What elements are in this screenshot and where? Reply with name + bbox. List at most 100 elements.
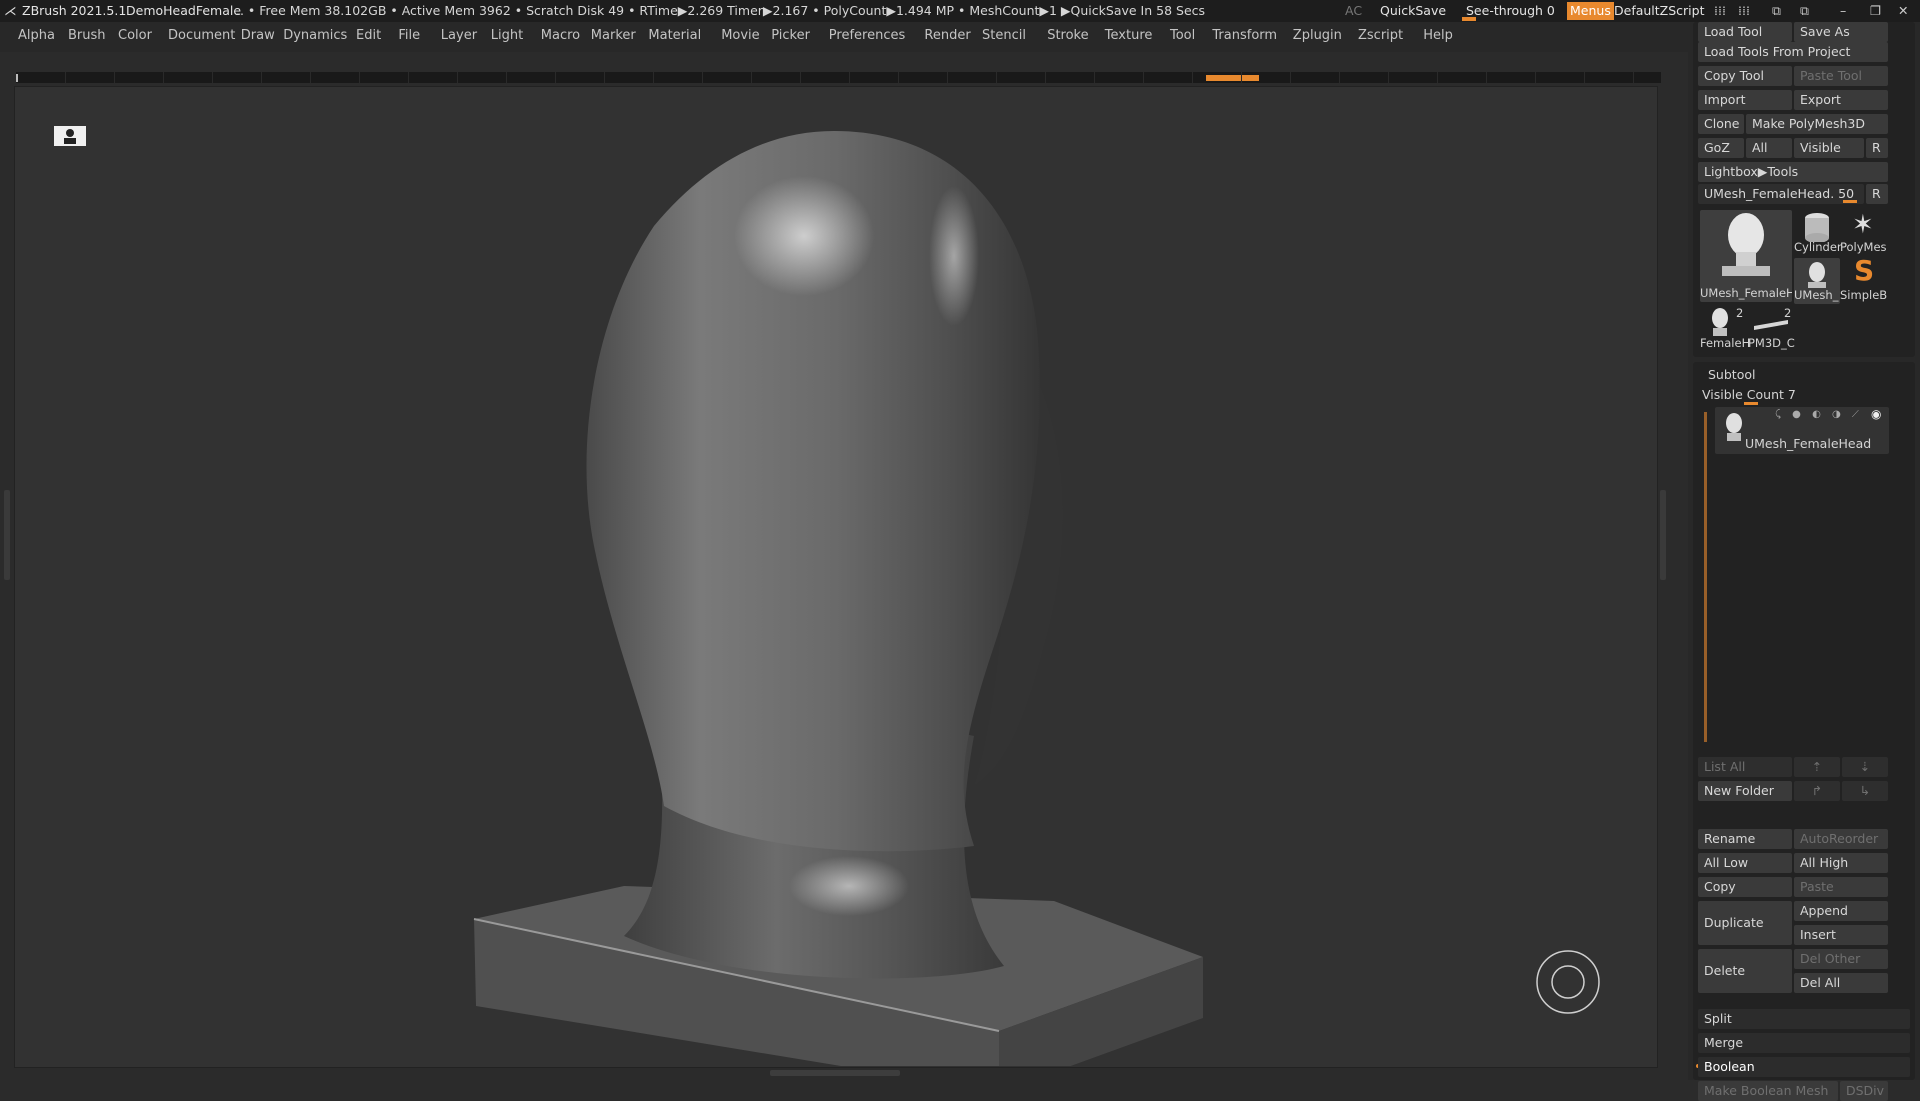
- current-tool-slider[interactable]: UMesh_FemaleHead. 50: [1698, 184, 1864, 204]
- left-tray-handle[interactable]: [4, 490, 10, 580]
- menu-color[interactable]: Color: [118, 22, 152, 50]
- menu-document[interactable]: Document: [168, 22, 235, 50]
- layout-icon[interactable]: ⁞⁞⁞: [1714, 0, 1726, 22]
- import-button[interactable]: Import: [1698, 90, 1792, 110]
- menu-texture[interactable]: Texture: [1105, 22, 1153, 50]
- paste-subtool-button[interactable]: Paste: [1794, 877, 1888, 897]
- paste-tool-button[interactable]: Paste Tool: [1794, 66, 1888, 86]
- visible-count-slider-knob[interactable]: [1744, 402, 1758, 405]
- goz-visible-button[interactable]: Visible: [1794, 138, 1864, 158]
- tool-thumb-female[interactable]: 2 FemaleH: [1700, 306, 1750, 352]
- subtool-title[interactable]: Subtool: [1708, 367, 1755, 382]
- timeline-cursor[interactable]: [1206, 75, 1259, 81]
- menu-material[interactable]: Material: [648, 22, 701, 50]
- all-low-button[interactable]: All Low: [1698, 853, 1792, 873]
- see-through-knob[interactable]: [1462, 17, 1476, 21]
- move-up-arrow-icon[interactable]: ⇡: [1794, 757, 1840, 777]
- menu-marker[interactable]: Marker: [591, 22, 636, 50]
- menu-movie[interactable]: Movie: [721, 22, 759, 50]
- menu-alpha[interactable]: Alpha: [18, 22, 55, 50]
- minimize-icon[interactable]: –: [1840, 0, 1846, 22]
- boolean-menu[interactable]: Boolean: [1698, 1057, 1910, 1077]
- tool-thumb-umesh[interactable]: UMesh_: [1794, 258, 1840, 304]
- menu-layer[interactable]: Layer: [441, 22, 477, 50]
- load-tools-from-project-button[interactable]: Load Tools From Project: [1698, 42, 1888, 62]
- subtool-icons-row[interactable]: ⤹ ● ◐ ◑ ⟋: [1775, 409, 1863, 420]
- duplicate-button[interactable]: Duplicate: [1698, 901, 1792, 945]
- copy-subtool-button[interactable]: Copy: [1698, 877, 1792, 897]
- autoreorder-button[interactable]: AutoReorder: [1794, 829, 1888, 849]
- del-other-button[interactable]: Del Other: [1794, 949, 1888, 969]
- quicksave-button[interactable]: QuickSave: [1380, 0, 1446, 22]
- timeline-strip[interactable]: [16, 72, 1661, 83]
- menu-tool[interactable]: Tool: [1170, 22, 1195, 50]
- goz-r-button[interactable]: R: [1866, 138, 1888, 158]
- menu-stencil[interactable]: Stencil: [982, 22, 1026, 50]
- restore-icon[interactable]: ❐: [1870, 0, 1881, 22]
- bottom-tray-handle[interactable]: [770, 1070, 900, 1076]
- visible-count-label[interactable]: Visible Count 7: [1702, 387, 1796, 402]
- tool-thumb-pm3d[interactable]: 2 PM3D_C: [1748, 306, 1795, 352]
- goz-all-button[interactable]: All: [1746, 138, 1792, 158]
- move-down-arrow-icon[interactable]: ⇣: [1842, 757, 1888, 777]
- make-polymesh3d-button[interactable]: Make PolyMesh3D: [1746, 114, 1888, 134]
- head-model[interactable]: [14, 86, 1656, 1066]
- close-icon[interactable]: ✕: [1898, 0, 1908, 22]
- menu-render[interactable]: Render: [924, 22, 970, 50]
- load-tool-button[interactable]: Load Tool: [1698, 22, 1792, 42]
- gizmo-circle-outer[interactable]: [1536, 950, 1600, 1014]
- clone-button[interactable]: Clone: [1698, 114, 1744, 134]
- tool-thumb-cylinder[interactable]: Cylinder: [1794, 210, 1842, 256]
- tool-thumb-simpleb[interactable]: S SimpleB: [1840, 254, 1888, 304]
- subtool-scrollbar[interactable]: [1704, 412, 1707, 742]
- menu-draw[interactable]: Draw: [241, 22, 275, 50]
- delete-button[interactable]: Delete: [1698, 949, 1792, 993]
- menu-stroke[interactable]: Stroke: [1047, 22, 1088, 50]
- all-high-button[interactable]: All High: [1794, 853, 1888, 873]
- default-zscript-button[interactable]: DefaultZScript: [1614, 0, 1705, 22]
- menu-help[interactable]: Help: [1423, 22, 1453, 50]
- subtool-item[interactable]: ⤹ ● ◐ ◑ ⟋ ◉ UMesh_FemaleHead: [1715, 407, 1889, 454]
- goz-button[interactable]: GoZ: [1698, 138, 1744, 158]
- window-icon[interactable]: ⧉: [1772, 0, 1781, 22]
- save-as-button[interactable]: Save As: [1794, 22, 1888, 42]
- rename-button[interactable]: Rename: [1698, 829, 1792, 849]
- menu-dynamics[interactable]: Dynamics: [283, 22, 347, 50]
- menu-file[interactable]: File: [398, 22, 420, 50]
- del-all-button[interactable]: Del All: [1794, 973, 1888, 993]
- split-menu[interactable]: Split: [1698, 1009, 1910, 1029]
- copy-tool-button[interactable]: Copy Tool: [1698, 66, 1792, 86]
- lightbox-tools-button[interactable]: Lightbox▶Tools: [1698, 162, 1888, 182]
- tool-thumb-main[interactable]: UMesh_FemaleH: [1700, 210, 1792, 302]
- menu-brush[interactable]: Brush: [68, 22, 106, 50]
- menu-macro[interactable]: Macro: [541, 22, 580, 50]
- merge-menu[interactable]: Merge: [1698, 1033, 1910, 1053]
- make-boolean-mesh-button[interactable]: Make Boolean Mesh: [1698, 1081, 1838, 1101]
- right-tray-handle[interactable]: [1660, 490, 1666, 580]
- layout-icon-2[interactable]: ⁞⁞⁞: [1738, 0, 1750, 22]
- ac-label[interactable]: AC: [1345, 0, 1362, 22]
- append-button[interactable]: Append: [1794, 901, 1888, 921]
- current-tool-slider-knob[interactable]: [1843, 200, 1857, 203]
- folder-arrow-icon-2[interactable]: ↳: [1842, 781, 1888, 801]
- subtool-item-name: UMesh_FemaleHead: [1745, 436, 1872, 451]
- new-folder-button[interactable]: New Folder: [1698, 781, 1792, 801]
- window-icon-2[interactable]: ⧉: [1800, 0, 1809, 22]
- tool-thumb-polymesh[interactable]: ✶ PolyMes: [1840, 210, 1888, 256]
- dsdiv-button[interactable]: DSDiv: [1840, 1081, 1888, 1101]
- folder-arrow-icon[interactable]: ↱: [1794, 781, 1840, 801]
- list-all-button[interactable]: List All: [1698, 757, 1792, 777]
- insert-button[interactable]: Insert: [1794, 925, 1888, 945]
- menu-zplugin[interactable]: Zplugin: [1293, 22, 1342, 50]
- menu-light[interactable]: Light: [491, 22, 523, 50]
- visibility-eye-icon[interactable]: ◉: [1871, 407, 1881, 421]
- export-button[interactable]: Export: [1794, 90, 1888, 110]
- menu-picker[interactable]: Picker: [771, 22, 810, 50]
- menu-transform[interactable]: Transform: [1212, 22, 1277, 50]
- menu-preferences[interactable]: Preferences: [829, 22, 905, 50]
- gizmo-circle-inner[interactable]: [1551, 965, 1585, 999]
- menu-edit[interactable]: Edit: [356, 22, 381, 50]
- current-tool-r-button[interactable]: R: [1866, 184, 1888, 204]
- menu-zscript[interactable]: Zscript: [1358, 22, 1403, 50]
- menus-toggle[interactable]: Menus: [1567, 2, 1614, 20]
